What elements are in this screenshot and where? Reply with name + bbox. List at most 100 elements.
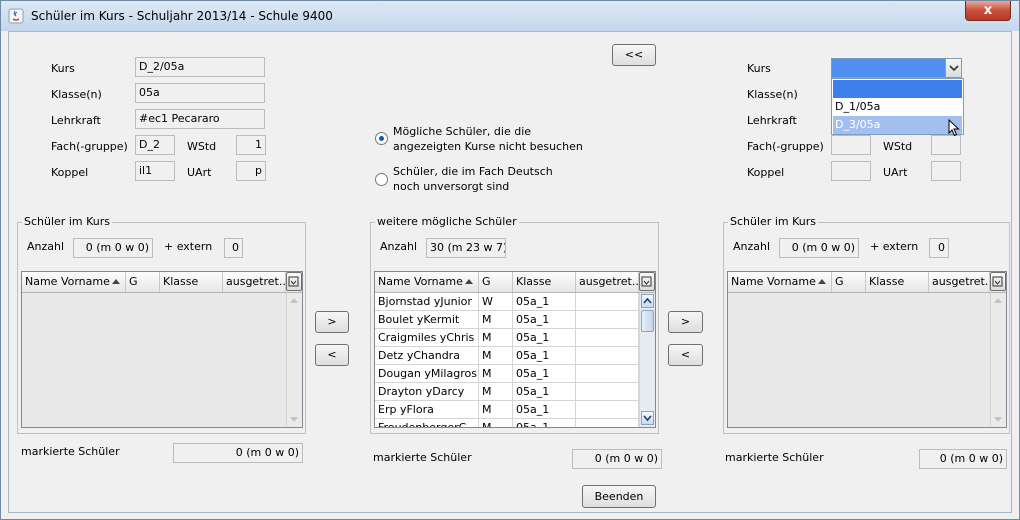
col-name-header[interactable]: Name Vorname	[728, 272, 832, 292]
right-marked-field[interactable]: 0 (m 0 w 0)	[919, 449, 1007, 469]
table-row[interactable]: Detz yChandra M 05a_1	[375, 347, 639, 365]
lehrkraft-field[interactable]: #ec1 Pecararo	[135, 109, 265, 129]
dropdown-option-d3[interactable]: D_3/05a	[833, 116, 962, 134]
cell-name: Drayton yDarcy	[375, 383, 479, 400]
right-kurs-label: Kurs	[747, 62, 771, 75]
left-anzahl-field[interactable]: 0 (m 0 w 0)	[73, 238, 153, 258]
fach-label: Fach(-gruppe)	[51, 140, 128, 153]
koppel-field[interactable]: il1	[135, 161, 175, 181]
move-left-from-right-group-button[interactable]: <	[668, 344, 703, 366]
middle-anzahl-field[interactable]: 30 (m 23 w 7)	[426, 238, 506, 258]
left-anzahl-label: Anzahl	[27, 240, 65, 253]
col-klasse-header[interactable]: Klasse	[513, 272, 576, 292]
table-row[interactable]: Craigmiles yChris M 05a_1	[375, 329, 639, 347]
main-window: Schüler im Kurs - Schuljahr 2013/14 - Sc…	[0, 0, 1020, 520]
col-ausgetreten-header[interactable]: ausgetret...	[576, 272, 639, 292]
possible-students-table[interactable]: Name Vorname G Klasse ausgetret... Bjorn…	[374, 271, 656, 428]
cell-klasse: 05a_1	[513, 401, 576, 418]
option-unassigned-radio[interactable]	[375, 173, 388, 186]
cell-klasse: 05a_1	[513, 365, 576, 382]
dropdown-option-empty[interactable]	[833, 80, 962, 98]
cell-klasse: 05a_1	[513, 383, 576, 400]
col-name-text: Name Vorname	[25, 275, 110, 288]
col-g-header[interactable]: G	[126, 272, 160, 292]
middle-table-scrollbar[interactable]	[639, 293, 655, 427]
kurs-field[interactable]: D_2/05a	[135, 57, 265, 77]
col-ausgetreten-header[interactable]: ausgetret...	[223, 272, 286, 292]
right-kurs-combo[interactable]	[831, 58, 962, 78]
wstd-field[interactable]: 1	[236, 135, 266, 155]
right-student-table[interactable]: Name Vorname G Klasse ausgetret...	[727, 271, 1007, 428]
cell-ausgetreten	[576, 365, 639, 382]
right-uart-field[interactable]	[931, 161, 961, 181]
table-row[interactable]: Boulet yKermit M 05a_1	[375, 311, 639, 329]
scroll-down-button[interactable]	[641, 411, 654, 425]
column-chooser-button[interactable]	[286, 272, 302, 291]
right-fach-field[interactable]	[831, 135, 871, 155]
scroll-down-icon[interactable]	[290, 417, 298, 422]
java-app-icon	[8, 8, 24, 24]
sort-up-icon	[112, 279, 120, 284]
middle-group-title: weitere mögliche Schüler	[375, 215, 519, 228]
fach-field[interactable]: D_2	[135, 135, 175, 155]
title-bar[interactable]: Schüler im Kurs - Schuljahr 2013/14 - Sc…	[1, 1, 1019, 31]
cell-ausgetreten	[576, 383, 639, 400]
move-right-to-left-group-button[interactable]: >	[315, 311, 349, 333]
scroll-thumb[interactable]	[641, 310, 654, 332]
right-course-group: Schüler im Kurs Anzahl 0 (m 0 w 0) + ext…	[723, 215, 1010, 434]
combo-dropdown-button[interactable]	[945, 59, 961, 77]
kurs-label: Kurs	[51, 62, 75, 75]
left-marked-field[interactable]: 0 (m 0 w 0)	[173, 443, 303, 463]
table-body-empty[interactable]	[728, 293, 990, 427]
left-extern-field[interactable]: 0	[224, 238, 243, 258]
uart-field[interactable]: p	[236, 161, 266, 181]
table-row[interactable]: Bjornstad yJunior W 05a_1	[375, 293, 639, 311]
col-g-header[interactable]: G	[832, 272, 866, 292]
klasse-field[interactable]: 05a	[135, 83, 265, 103]
right-table-scrollbar[interactable]	[990, 293, 1006, 427]
mouse-cursor-icon	[948, 119, 960, 137]
table-row[interactable]: Dougan yMilagros M 05a_1	[375, 365, 639, 383]
left-table-scrollbar[interactable]	[286, 293, 302, 427]
scroll-up-icon[interactable]	[994, 298, 1002, 303]
beenden-button[interactable]: Beenden	[582, 485, 656, 508]
scroll-up-icon[interactable]	[290, 298, 298, 303]
table-row[interactable]: Erp yFlora M 05a_1	[375, 401, 639, 419]
right-anzahl-field[interactable]: 0 (m 0 w 0)	[779, 238, 859, 258]
right-fach-label: Fach(-gruppe)	[747, 140, 824, 153]
right-koppel-field[interactable]	[831, 161, 871, 181]
middle-marked-field[interactable]: 0 (m 0 w 0)	[572, 449, 662, 469]
window-close-button[interactable]: x	[965, 1, 1011, 21]
scroll-up-icon	[643, 297, 652, 304]
column-chooser-button[interactable]	[639, 272, 655, 291]
scroll-down-icon[interactable]	[994, 417, 1002, 422]
cell-ausgetreten	[576, 419, 639, 427]
cell-name: Detz yChandra	[375, 347, 479, 364]
dropdown-option-d1[interactable]: D_1/05a	[833, 98, 962, 116]
right-extern-field[interactable]: 0	[929, 238, 949, 258]
cell-ausgetreten	[576, 347, 639, 364]
middle-marked-label: markierte Schüler	[373, 451, 472, 464]
right-group-title: Schüler im Kurs	[728, 215, 818, 228]
col-klasse-header[interactable]: Klasse	[866, 272, 929, 292]
col-name-header[interactable]: Name Vorname	[22, 272, 126, 292]
col-ausgetreten-header[interactable]: ausgetret...	[929, 272, 990, 292]
table-row[interactable]: Drayton yDarcy M 05a_1	[375, 383, 639, 401]
table-row[interactable]: FreudenbergerC M 05a_1	[375, 419, 639, 427]
move-right-to-right-group-button[interactable]: >	[668, 311, 703, 333]
table-body-empty[interactable]	[22, 293, 286, 427]
left-student-table[interactable]: Name Vorname G Klasse ausgetret...	[21, 271, 303, 428]
right-wstd-field[interactable]	[931, 135, 961, 155]
chevron-down-icon	[949, 65, 959, 72]
move-left-from-left-group-button[interactable]: <	[315, 344, 349, 366]
copy-course-button[interactable]: <<	[612, 44, 656, 66]
option-not-attending-radio[interactable]	[375, 132, 388, 145]
kurs-dropdown-list[interactable]: D_1/05a D_3/05a	[831, 78, 964, 137]
middle-anzahl-label: Anzahl	[380, 240, 418, 253]
col-name-header[interactable]: Name Vorname	[375, 272, 479, 292]
col-g-header[interactable]: G	[479, 272, 513, 292]
column-chooser-button[interactable]	[990, 272, 1006, 291]
col-klasse-header[interactable]: Klasse	[160, 272, 223, 292]
cell-g: M	[479, 365, 513, 382]
scroll-up-button[interactable]	[641, 294, 654, 308]
